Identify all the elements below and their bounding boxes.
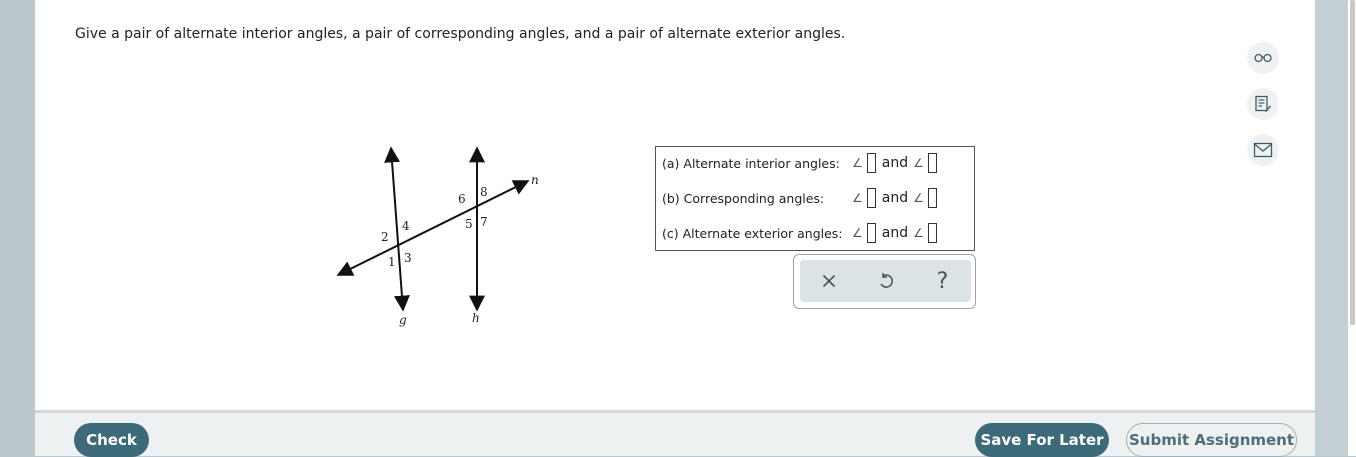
- angle-label-6: 6: [458, 192, 466, 206]
- check-button[interactable]: Check: [74, 423, 149, 457]
- alt-exterior-first-input[interactable]: [866, 223, 876, 243]
- and-text: and: [881, 190, 909, 206]
- corresponding-second-input[interactable]: [927, 188, 937, 208]
- angle-symbol: ∠: [852, 226, 863, 240]
- clear-button[interactable]: [809, 261, 849, 301]
- answer-row-c: (c) Alternate exterior angles: ∠ and ∠: [662, 222, 937, 244]
- question-text: Give a pair of alternate interior angles…: [75, 26, 846, 42]
- answer-box: (a) Alternate interior angles: ∠ and ∠ (…: [655, 146, 975, 251]
- row-label: (a) Alternate interior angles:: [662, 155, 840, 171]
- undo-button[interactable]: [866, 261, 906, 301]
- close-icon: [822, 274, 835, 288]
- row-label: (c) Alternate exterior angles:: [662, 225, 843, 241]
- angle-label-3: 3: [404, 251, 412, 265]
- alt-exterior-second-input[interactable]: [927, 223, 937, 243]
- mail-icon: [1253, 142, 1273, 158]
- footer-bar: [35, 410, 1315, 456]
- glasses-button[interactable]: [1247, 42, 1279, 74]
- transversal-figure: g h n 1 2 3 4 5 6 7 8: [336, 146, 539, 327]
- angle-label-4: 4: [402, 219, 410, 233]
- and-text: and: [881, 155, 909, 171]
- angle-label-1: 1: [388, 255, 396, 269]
- answer-row-b: (b) Corresponding angles: ∠ and ∠: [662, 187, 937, 209]
- keypad-toolbar: ?: [800, 260, 971, 302]
- row-label: (b) Corresponding angles:: [662, 190, 825, 206]
- angle-symbol: ∠: [852, 156, 863, 170]
- undo-icon: [879, 273, 893, 288]
- glasses-icon: [1254, 53, 1272, 63]
- alt-interior-first-input[interactable]: [866, 153, 876, 173]
- angle-label-2: 2: [381, 230, 389, 244]
- line-label-g: g: [399, 313, 407, 327]
- save-for-later-button[interactable]: Save For Later: [975, 423, 1109, 457]
- corresponding-first-input[interactable]: [866, 188, 876, 208]
- and-text: and: [881, 225, 909, 241]
- angle-label-8: 8: [480, 185, 488, 199]
- submit-assignment-button[interactable]: Submit Assignment: [1126, 423, 1297, 457]
- angle-symbol: ∠: [913, 226, 924, 240]
- angle-symbol: ∠: [913, 191, 924, 205]
- line-label-n: n: [531, 173, 539, 187]
- help-button[interactable]: ?: [923, 261, 963, 301]
- answer-keypad: ?: [793, 254, 976, 309]
- angle-label-5: 5: [465, 217, 473, 231]
- scrollbar-thumb[interactable]: [1350, 0, 1355, 325]
- angle-label-7: 7: [480, 215, 488, 229]
- line-label-h: h: [472, 311, 480, 325]
- notes-icon: [1255, 95, 1271, 112]
- angle-symbol: ∠: [913, 156, 924, 170]
- line-n: [336, 180, 530, 276]
- mail-button[interactable]: [1247, 134, 1279, 166]
- side-margin: [1315, 0, 1348, 456]
- answer-row-a: (a) Alternate interior angles: ∠ and ∠: [662, 152, 937, 174]
- notes-button[interactable]: [1247, 88, 1279, 120]
- angle-symbol: ∠: [852, 191, 863, 205]
- alt-interior-second-input[interactable]: [927, 153, 937, 173]
